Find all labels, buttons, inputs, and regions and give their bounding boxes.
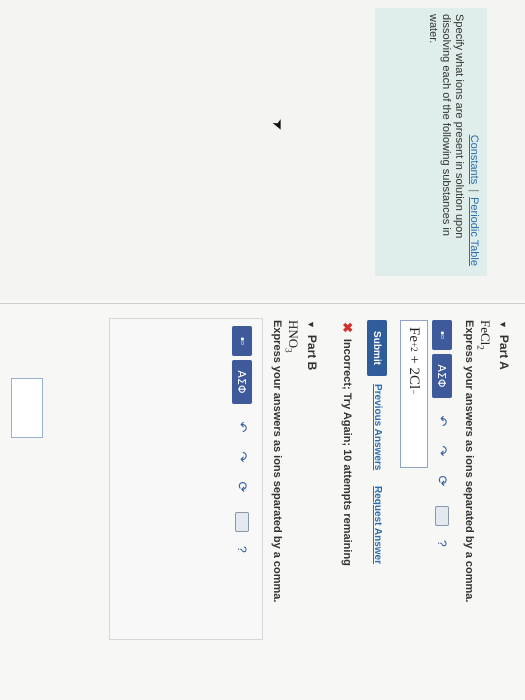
part-b-toolbar: ▪▫ ΑΣΦ ↶ ↷ ⟳ ? [231,326,253,553]
answer-cl: + 2Cl [406,355,423,390]
collapse-triangle-icon: ▼ [498,320,508,329]
feedback-x-icon: ✖ [340,322,355,333]
undo-icon[interactable]: ↶ [432,410,452,432]
panel-divider [0,303,525,304]
part-a-toolbar: ▪▫ ΑΣΦ ↶ ↷ ⟳ ? [431,320,453,547]
formula-subscript: 2 [475,345,486,350]
redo-icon[interactable]: ↷ [432,440,452,462]
mouse-cursor-icon: ➤ [269,115,289,134]
help-icon[interactable]: ? [235,546,249,553]
redo-icon[interactable]: ↷ [232,446,252,468]
request-answer-link[interactable]: Request Answer [372,486,383,564]
answer-charge-fe: +2 [409,342,419,352]
part-a-title: Part A [497,334,511,370]
screen: Constants | Periodic Table Specify what io… [0,0,525,700]
undo-icon[interactable]: ↶ [232,416,252,438]
collapse-triangle-icon: ▼ [306,320,316,329]
help-icon[interactable]: ? [435,540,449,547]
submit-button[interactable]: Submit [367,320,387,376]
greek-symbols-button[interactable]: ΑΣΦ [432,354,452,398]
keyboard-icon[interactable] [235,512,249,532]
feedback-text: Incorrect; Try Again; 10 attempts remain… [341,338,353,566]
part-a-formula: FeCl2 [475,320,493,350]
keyboard-icon[interactable] [435,506,449,526]
part-b-answer-input[interactable] [11,378,43,438]
previous-answers-link[interactable]: Previous Answers [372,384,383,470]
template-button[interactable]: ▪▫ [432,320,452,350]
answer-fe: Fe [406,327,423,342]
reset-icon[interactable]: ⟳ [432,470,452,492]
formula-text: FeCl [478,320,493,346]
part-b-instruction: Express your answers as ions separated b… [271,320,283,603]
link-separator: | [468,189,480,193]
greek-symbols-button[interactable]: ΑΣΦ [232,360,252,404]
part-b-formula: HNO3 [283,320,301,353]
left-panel: Constants | Periodic Table Specify what io… [0,0,525,300]
part-a-answer-input[interactable]: Fe +2 + 2Cl − [400,320,428,468]
part-a-feedback: ✖ Incorrect; Try Again; 10 attempts remai… [339,322,355,566]
part-a-header[interactable]: ▼ Part A [497,320,511,370]
part-b-title: Part B [305,334,319,371]
info-links: Constants | Periodic Table [467,135,480,266]
answer-charge-cl: − [409,389,419,395]
formula-text: HNO [286,320,301,349]
problem-instructions: Specify what ions are present in solutio… [427,14,465,239]
constants-link[interactable]: Constants [468,135,480,185]
info-box: Constants | Periodic Table Specify what io… [375,8,487,276]
periodic-table-link[interactable]: Periodic Table [468,197,480,266]
part-b-header[interactable]: ▼ Part B [305,320,319,370]
template-button[interactable]: ▪▫ [232,326,252,356]
formula-subscript: 3 [283,348,294,353]
part-a-instruction: Express your answers as ions separated b… [463,320,475,603]
reset-icon[interactable]: ⟳ [232,476,252,498]
